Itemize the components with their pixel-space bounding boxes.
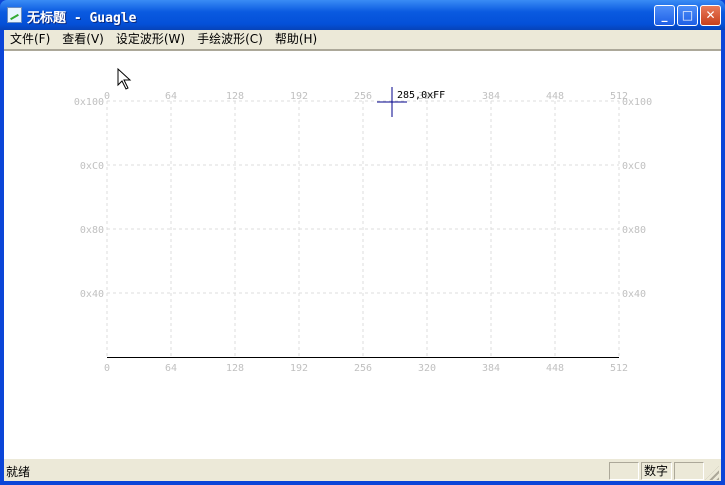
x-tick-label-top: 192 xyxy=(290,91,308,102)
menu-help[interactable]: 帮助(H) xyxy=(269,30,323,49)
y-tick-label-right: 0x40 xyxy=(622,289,646,300)
x-tick-label-bottom: 128 xyxy=(226,363,244,374)
menu-draw-waveform[interactable]: 手绘波形(C) xyxy=(191,30,269,49)
x-tick-label-bottom: 64 xyxy=(165,363,177,374)
waveform-plot[interactable]: 0064641281281921922562563203203843844484… xyxy=(4,51,721,459)
waveform-canvas[interactable]: 0 0 64 64 128 128 192 192 256 256 320 320 384 384 448 4… xyxy=(4,49,721,459)
window-title: 无标题 - Guagle xyxy=(27,11,137,26)
x-tick-label-top: 256 xyxy=(354,91,372,102)
menu-bar: 文件(F) 查看(V) 设定波形(W) 手绘波形(C) 帮助(H) xyxy=(4,30,721,49)
status-pane-1 xyxy=(609,462,639,480)
menu-view[interactable]: 查看(V) xyxy=(56,30,110,49)
x-tick-label-top: 448 xyxy=(546,91,564,102)
x-tick-label-bottom: 512 xyxy=(610,363,628,374)
x-tick-label-top: 0 xyxy=(104,91,110,102)
x-tick-label-bottom: 448 xyxy=(546,363,564,374)
y-tick-label-left: 0xC0 xyxy=(80,161,104,172)
close-button[interactable]: ✕ xyxy=(700,5,721,26)
y-tick-label-left: 0x80 xyxy=(80,225,104,236)
x-tick-label-top: 64 xyxy=(165,91,177,102)
menu-set-waveform[interactable]: 设定波形(W) xyxy=(110,30,191,49)
y-tick-label-right: 0xC0 xyxy=(622,161,646,172)
status-pane-num: 数字 xyxy=(641,462,672,480)
title-bar: 无标题 - Guagle _ □ ✕ xyxy=(0,0,725,30)
x-tick-label-bottom: 256 xyxy=(354,363,372,374)
app-icon xyxy=(7,7,22,23)
status-text: 就绪 xyxy=(6,465,31,479)
cursor-readout: 285,0xFF xyxy=(397,90,445,101)
x-tick-label-bottom: 192 xyxy=(290,363,308,374)
y-tick-label-right: 0x100 xyxy=(622,97,652,108)
menu-file[interactable]: 文件(F) xyxy=(4,30,56,49)
y-tick-label-left: 0x100 xyxy=(74,97,104,108)
x-tick-label-bottom: 0 xyxy=(104,363,110,374)
x-tick-label-bottom: 320 xyxy=(418,363,436,374)
minimize-button[interactable]: _ xyxy=(654,5,675,26)
status-pane-3 xyxy=(674,462,704,480)
resize-grip[interactable] xyxy=(705,466,719,480)
x-tick-label-top: 384 xyxy=(482,91,500,102)
x-tick-label-top: 128 xyxy=(226,91,244,102)
y-tick-label-left: 0x40 xyxy=(80,289,104,300)
mouse-pointer-icon xyxy=(117,67,132,90)
y-tick-label-right: 0x80 xyxy=(622,225,646,236)
x-tick-label-bottom: 384 xyxy=(482,363,500,374)
status-bar: 就绪 数字 xyxy=(4,459,721,481)
maximize-button[interactable]: □ xyxy=(677,5,698,26)
